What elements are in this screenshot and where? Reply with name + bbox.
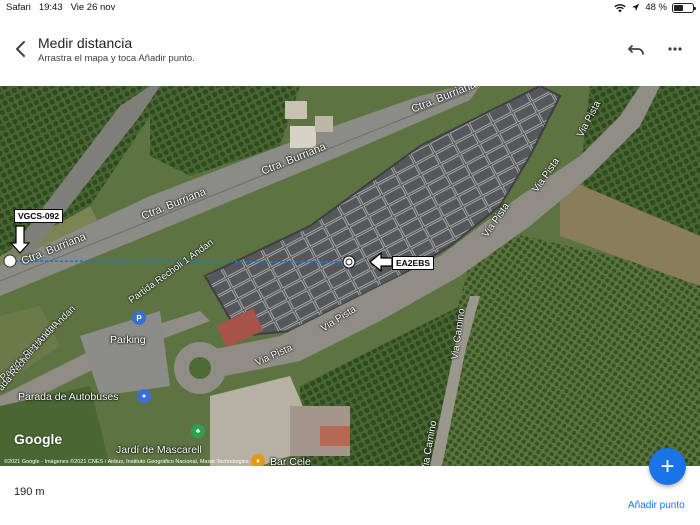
bar-icon[interactable]: ♦	[251, 454, 265, 466]
add-point-fab[interactable]: +	[649, 448, 686, 485]
satellite-map[interactable]: Ctra. Burriana Ctra. Burriana Ctra. Burr…	[0, 86, 700, 466]
end-point-tag: EA2EBS	[392, 256, 435, 270]
poi-park-label[interactable]: Jardí de Mascarell	[116, 444, 202, 456]
app-name: Safari	[6, 2, 31, 13]
map-imagery	[0, 86, 700, 466]
map-copyright: ©2021 Google - Imágenes ©2021 CNES / Air…	[4, 459, 249, 465]
bottom-panel: 190 m Añadir punto	[0, 466, 700, 525]
bus-stop-icon[interactable]: ●	[137, 389, 151, 403]
page-title: Medir distancia	[38, 35, 133, 51]
plus-icon: +	[660, 452, 675, 480]
location-arrow-icon	[632, 3, 640, 12]
status-time: 19:43	[38, 2, 63, 13]
park-icon[interactable]: ♣	[191, 424, 205, 438]
wifi-icon	[614, 3, 626, 12]
more-vert-icon[interactable]	[664, 40, 686, 58]
poi-bus-stop-label[interactable]: Parada de Autobuses	[18, 391, 118, 403]
battery-icon	[672, 2, 696, 13]
undo-icon[interactable]	[626, 40, 648, 58]
google-logo: Google	[14, 431, 63, 447]
total-distance: 190 m	[14, 486, 45, 498]
status-bar: Safari 19:43 Vie 26 nov 48 %	[0, 0, 700, 16]
battery-percent: 48 %	[645, 2, 667, 13]
add-point-button[interactable]: Añadir punto	[628, 500, 685, 511]
app-header: Medir distancia Arrastra el mapa y toca …	[0, 16, 700, 86]
status-date: Vie 26 nov	[70, 2, 116, 13]
battery-level	[674, 4, 683, 11]
start-point-tag: VGCS-092	[14, 209, 64, 223]
page-subtitle: Arrastra el mapa y toca Añadir punto.	[38, 53, 195, 64]
back-arrow-icon[interactable]	[10, 38, 32, 60]
poi-bar-label[interactable]: Bar Cele	[270, 456, 311, 466]
poi-parking-label[interactable]: Parking	[110, 334, 146, 346]
parking-icon[interactable]: P	[132, 311, 146, 325]
